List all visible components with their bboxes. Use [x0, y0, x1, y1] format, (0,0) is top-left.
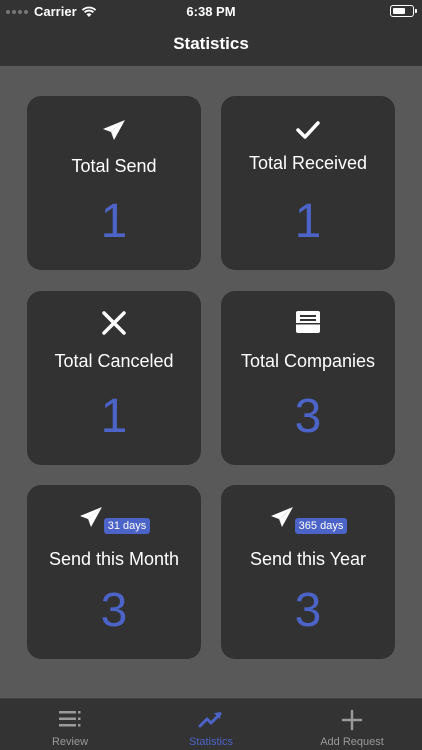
- card-send-year: 365 days Send this Year 3: [221, 485, 395, 659]
- paper-plane-icon: [27, 116, 201, 144]
- card-label: Total Canceled: [54, 351, 174, 371]
- card-label: Send this Year: [249, 549, 367, 569]
- days-badge: 31 days: [103, 518, 151, 534]
- status-bar: Carrier 6:38 PM: [0, 0, 422, 22]
- card-total-companies: Total Companies 3: [221, 291, 395, 465]
- status-time: 6:38 PM: [186, 4, 236, 19]
- paper-plane-icon: [269, 505, 295, 534]
- tab-label: Review: [51, 736, 89, 748]
- tab-add-request[interactable]: Add Request: [282, 699, 422, 750]
- card-value: 3: [294, 584, 322, 637]
- plus-icon: [282, 709, 422, 731]
- card-value: 3: [294, 390, 322, 443]
- card-label: Total Companies: [240, 351, 376, 371]
- card-label: Total Received: [248, 153, 368, 173]
- card-send-month: 31 days Send this Month 3: [27, 485, 201, 659]
- paper-plane-icon: [78, 505, 104, 534]
- close-icon: [27, 309, 201, 337]
- battery-icon: [390, 5, 417, 17]
- tab-review[interactable]: Review: [0, 699, 140, 750]
- tab-label: Add Request: [320, 736, 384, 748]
- card-label: Total Send: [71, 156, 157, 176]
- list-icon: [0, 709, 140, 731]
- navigation-bar: Statistics: [0, 22, 422, 66]
- days-badge: 365 days: [294, 518, 348, 534]
- icon-with-badge: 31 days: [27, 505, 201, 534]
- trend-up-icon: [141, 709, 281, 731]
- card-value: 1: [100, 390, 128, 443]
- inbox-tray-icon: [221, 308, 395, 336]
- card-value: 1: [294, 195, 322, 248]
- checkmark-icon: [221, 116, 395, 144]
- card-value: 3: [100, 584, 128, 637]
- card-total-canceled: Total Canceled 1: [27, 291, 201, 465]
- tab-label: Statistics: [188, 736, 233, 748]
- card-total-received: Total Received 1: [221, 96, 395, 270]
- card-total-send: Total Send 1: [27, 96, 201, 270]
- page-title: Statistics: [173, 34, 249, 53]
- icon-with-badge: 365 days: [221, 505, 395, 534]
- tab-bar: Review Statistics Add Request: [0, 698, 422, 750]
- card-label: Send this Month: [48, 549, 180, 569]
- card-value: 1: [100, 195, 128, 248]
- tab-statistics[interactable]: Statistics: [141, 699, 281, 750]
